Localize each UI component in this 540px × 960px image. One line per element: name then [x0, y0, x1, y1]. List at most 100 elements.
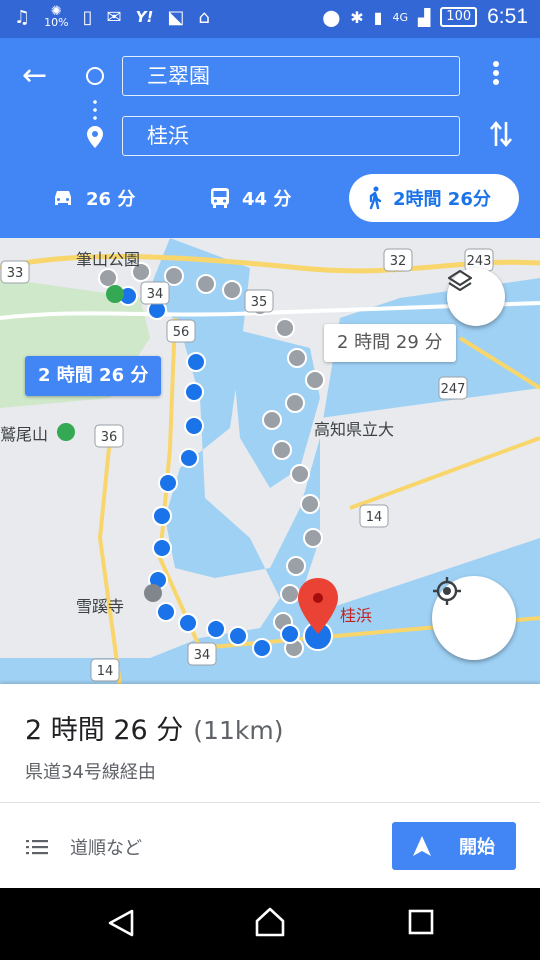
network-type: 4G [392, 10, 408, 24]
alt-route-dot [164, 266, 184, 286]
tab-walking[interactable]: 2時間 26分 [349, 174, 519, 222]
label-university: 高知県立大 [314, 420, 395, 439]
navigation-arrow-icon [413, 836, 431, 856]
start-label: 開始 [459, 837, 495, 858]
start-button[interactable]: 開始 [392, 822, 516, 870]
route-dot [158, 473, 178, 493]
temple-icon [144, 584, 162, 602]
list-icon [26, 840, 48, 855]
directions-header: ← 三翠園 桂浜 26 分 44 分 2時間 26分 [0, 38, 540, 238]
gmail-icon: ✉ [106, 6, 122, 28]
route-summary-sheet[interactable]: 2 時間 26 分 (11km) 県道34号線経由 道順など 開始 [0, 684, 540, 888]
road-shield-label: 33 [7, 266, 24, 281]
divider [0, 802, 540, 803]
park-icon [106, 285, 124, 303]
route-dot [252, 638, 272, 658]
road-shield-label: 32 [390, 254, 407, 269]
road-shield-label: 36 [101, 430, 118, 445]
origin-dot-icon [86, 67, 104, 85]
origin-field[interactable]: 三翠園 [122, 56, 460, 96]
route-duration: 2 時間 26 分 (11km) [25, 708, 283, 747]
recents-nav-icon[interactable] [407, 908, 435, 936]
label-temple: 雪蹊寺 [76, 597, 125, 616]
mountain-icon [57, 423, 75, 441]
route-dot [184, 416, 204, 436]
vibrate-icon: ▮ [373, 7, 383, 27]
tab-walking-label: 2時間 26分 [393, 189, 491, 210]
tab-transit[interactable]: 44 分 [210, 174, 291, 222]
destination-pin-icon [87, 126, 103, 148]
route-dots-icon [93, 98, 97, 120]
road-shield-label: 34 [194, 648, 211, 663]
route-dot [152, 506, 172, 526]
destination-field[interactable]: 桂浜 [122, 116, 460, 156]
location-icon: ⬤ [322, 7, 341, 27]
wifi-hotspot-icon: ⌂ [198, 6, 210, 28]
alt-route-dot [275, 318, 295, 338]
road-shield-label: 247 [441, 382, 466, 397]
alt-route-dot [196, 274, 216, 294]
label-park: 筆山公園 [76, 250, 141, 269]
tab-driving[interactable]: 26 分 [52, 174, 135, 222]
label-mountain: 鷲尾山 [0, 425, 49, 444]
music-icon: ♫ [14, 6, 31, 28]
route-dot [186, 352, 206, 372]
tab-transit-label: 44 分 [242, 189, 292, 210]
alt-route-dot [280, 584, 300, 604]
my-location-button[interactable] [432, 576, 516, 660]
android-nav-bar [0, 888, 540, 960]
alt-route-dot [300, 494, 320, 514]
road-shield-label: 34 [147, 287, 164, 302]
alt-route-dot [305, 370, 325, 390]
road-shield-label: 14 [366, 510, 383, 525]
route-dot [280, 624, 300, 644]
bus-icon [211, 188, 229, 208]
distance-text: (11km) [193, 716, 284, 745]
bluetooth-icon: ✱ [350, 7, 364, 27]
road-shield-label: 14 [97, 664, 114, 679]
alt-route-dot [287, 348, 307, 368]
route-dot [152, 538, 172, 558]
route-time-bubble[interactable]: 2 時間 26 分 [25, 356, 162, 396]
crosshair-icon [433, 577, 461, 605]
route-dot [228, 626, 248, 646]
status-bar: ♫ ✺ 10% ▯ ✉ Y! ⬕ ⌂ ⬤ ✱ ▮ 4G ▟ 100 6:51 [0, 0, 540, 38]
route-dot [184, 382, 204, 402]
route-dot [206, 619, 226, 639]
label-destination: 桂浜 [340, 606, 373, 625]
clock: 6:51 [487, 5, 528, 28]
alt-route-time-bubble[interactable]: 2 時間 29 分 [324, 324, 456, 362]
travel-mode-tabs: 26 分 44 分 2時間 26分 [0, 174, 540, 228]
alt-route-dot [285, 393, 305, 413]
signal-icon: ▟ [417, 7, 431, 27]
back-nav-icon[interactable] [106, 908, 136, 938]
alt-route-dot [262, 410, 282, 430]
more-options-icon[interactable] [492, 60, 500, 86]
alt-route-dot [272, 440, 292, 460]
route-dot [156, 602, 176, 622]
road-shield-label: 56 [173, 325, 190, 340]
back-arrow-icon[interactable]: ← [22, 60, 47, 92]
home-nav-icon[interactable] [254, 906, 286, 938]
phone-icon: ▯ [82, 6, 93, 28]
yahoo-icon: Y! [135, 8, 154, 26]
map-view[interactable]: 33 34 56 35 32 243 36 247 14 14 34 2 時間 26 分 2 時間 … [0, 238, 540, 684]
alt-route-dot [290, 464, 310, 484]
route-dot [179, 448, 199, 468]
maps-notification-icon: ⬕ [167, 6, 185, 28]
tab-driving-label: 26 分 [86, 189, 136, 210]
data-saver-icon: ✺ 10% [44, 4, 69, 29]
battery-icon: 100 [440, 7, 478, 27]
swap-icon[interactable] [489, 120, 513, 148]
route-via: 県道34号線経由 [25, 762, 156, 783]
walk-icon [369, 186, 382, 210]
alt-route-dot [222, 280, 242, 300]
layers-button[interactable] [447, 268, 505, 326]
alt-route-dot [303, 528, 323, 548]
layers-icon [447, 269, 473, 292]
duration-text: 2 時間 26 分 [25, 715, 184, 746]
road-shield-label: 35 [251, 295, 268, 310]
car-icon [55, 191, 71, 205]
steps-button[interactable]: 道順など [26, 834, 142, 860]
alt-route-dot [98, 268, 118, 288]
